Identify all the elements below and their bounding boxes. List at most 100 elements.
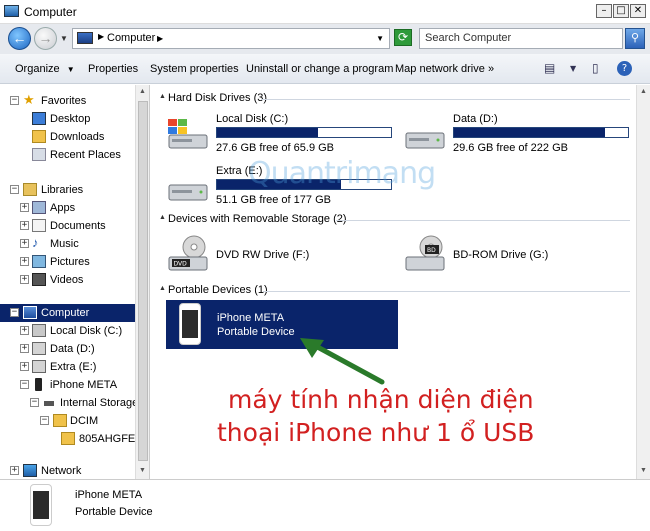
back-button[interactable]: ← (8, 27, 31, 50)
drive-free-space: 29.6 GB free of 222 GB (453, 142, 568, 154)
drive-tile[interactable]: Local Disk (C:) 27.6 GB free of 65.9 GB (166, 113, 396, 157)
tree-item-downloads[interactable]: Downloads (0, 128, 149, 146)
tree-label: Favorites (41, 95, 87, 107)
close-button[interactable]: ✕ (630, 4, 646, 18)
computer-icon (4, 5, 19, 17)
details-device-type: Portable Device (75, 506, 153, 518)
expand-icon[interactable]: + (20, 257, 29, 266)
collapse-icon[interactable]: − (10, 185, 19, 194)
collapse-icon[interactable]: − (10, 96, 19, 105)
tree-item-favorites[interactable]: − ★ Favorites (0, 92, 149, 110)
tree-label: iPhone META (50, 379, 118, 391)
collapse-icon[interactable]: − (30, 398, 39, 407)
chevron-down-icon: ▼ (66, 65, 75, 74)
hard-drive-icon (32, 342, 46, 355)
preview-pane-icon[interactable]: ▯ (592, 61, 599, 75)
collapse-group-icon[interactable]: ▲ (159, 214, 166, 221)
search-button[interactable]: ⚲ (625, 28, 645, 49)
expand-icon[interactable]: + (10, 466, 19, 475)
tree-item-music[interactable]: + ♪ Music (0, 235, 149, 253)
tree-item-local-disk-c[interactable]: + Local Disk (C:) (0, 322, 149, 340)
collapse-icon[interactable]: − (10, 308, 19, 317)
refresh-button[interactable]: ⟳ (394, 29, 412, 46)
tree-label: 805AHGFE (79, 433, 136, 445)
content-scrollbar[interactable]: ▲ ▼ (636, 85, 650, 479)
tree-item-dcim[interactable]: − DCIM (0, 412, 149, 430)
scroll-down-icon[interactable]: ▼ (640, 467, 647, 474)
recent-pages-dropdown[interactable]: ▼ (60, 34, 68, 43)
hard-drive-icon (405, 132, 445, 149)
address-field[interactable]: ▶ Computer ▶ ▼ (72, 28, 390, 49)
tree-label: Network (41, 465, 82, 477)
organize-button[interactable]: Organize ▼ (15, 63, 75, 75)
tree-item-pictures[interactable]: + Pictures (0, 253, 149, 271)
drive-tile[interactable]: BD BD-ROM Drive (G:) (403, 233, 633, 277)
maximize-button[interactable]: □ (613, 4, 629, 18)
tree-label: Downloads (50, 131, 105, 143)
expand-icon[interactable]: + (20, 239, 29, 248)
tree-item-libraries[interactable]: − Libraries (0, 181, 149, 199)
group-header-portable-devices[interactable]: ▲ Portable Devices (1) (151, 283, 636, 299)
change-view-icon[interactable]: ▤ (544, 61, 555, 75)
annotation-line-2: thoại iPhone như 1 ổ USB (217, 418, 535, 447)
tree-item-apps[interactable]: + Apps (0, 199, 149, 217)
group-header-hard-disk-drives[interactable]: ▲ Hard Disk Drives (3) (151, 91, 636, 107)
navigation-scrollbar[interactable]: ▲ ▼ (135, 85, 149, 479)
expand-icon[interactable]: + (20, 326, 29, 335)
tree-item-network[interactable]: + Network (0, 462, 149, 479)
collapse-group-icon[interactable]: ▲ (159, 285, 166, 292)
scroll-down-icon[interactable]: ▼ (139, 467, 146, 474)
minimize-button[interactable]: – (596, 4, 612, 18)
bd-badge: BD (427, 247, 436, 254)
tree-item-iphone[interactable]: − iPhone META (0, 376, 149, 394)
chevron-down-icon[interactable]: ▼ (376, 34, 384, 43)
more-commands-button[interactable]: » (488, 63, 494, 75)
drive-name: Data (D:) (453, 113, 498, 125)
expand-icon[interactable]: + (20, 203, 29, 212)
tree-item-desktop[interactable]: Desktop (0, 110, 149, 128)
tree-label: Recent Places (50, 149, 121, 161)
details-pane: iPhone META Portable Device (0, 479, 650, 531)
forward-button[interactable]: → (34, 27, 57, 50)
properties-button[interactable]: Properties (88, 63, 138, 75)
search-input[interactable]: Search Computer (419, 28, 623, 49)
scroll-up-icon[interactable]: ▲ (139, 88, 146, 95)
chevron-right-icon[interactable]: ▶ (157, 34, 163, 43)
collapse-icon[interactable]: − (40, 416, 49, 425)
expand-icon[interactable]: + (20, 221, 29, 230)
group-header-removable-storage[interactable]: ▲ Devices with Removable Storage (2) (151, 212, 636, 228)
drive-tile[interactable]: Data (D:) 29.6 GB free of 222 GB (403, 113, 633, 157)
drive-tile[interactable]: DVD DVD RW Drive (F:) (166, 233, 396, 277)
tree-item-videos[interactable]: + Videos (0, 271, 149, 289)
search-icon: ⚲ (630, 32, 640, 44)
tree-item-computer[interactable]: − Computer (0, 304, 135, 322)
collapse-group-icon[interactable]: ▲ (159, 93, 166, 100)
scroll-up-icon[interactable]: ▲ (640, 88, 647, 95)
watermark: Quantrimang (248, 156, 436, 191)
tree-item-805ahgfe[interactable]: 805AHGFE (0, 430, 149, 448)
chevron-down-icon[interactable]: ▼ (570, 64, 576, 73)
tree-item-data-d[interactable]: + Data (D:) (0, 340, 149, 358)
drive-name: BD-ROM Drive (G:) (453, 249, 549, 261)
tree-item-extra-e[interactable]: + Extra (E:) (0, 358, 149, 376)
computer-icon (23, 306, 37, 319)
collapse-icon[interactable]: − (20, 380, 29, 389)
scrollbar-thumb[interactable] (138, 101, 148, 461)
system-properties-button[interactable]: System properties (150, 63, 239, 75)
group-divider (336, 220, 630, 221)
videos-library-icon (32, 273, 46, 286)
expand-icon[interactable]: + (20, 275, 29, 284)
expand-icon[interactable]: + (20, 362, 29, 371)
folder-icon (61, 432, 75, 445)
uninstall-program-button[interactable]: Uninstall or change a program (246, 63, 393, 75)
help-icon[interactable]: ? (617, 61, 632, 76)
tree-item-internal-storage[interactable]: − Internal Storage (0, 394, 149, 412)
tree-item-recent-places[interactable]: Recent Places (0, 146, 149, 164)
tree-item-documents[interactable]: + Documents (0, 217, 149, 235)
tree-label: Extra (E:) (50, 361, 97, 373)
chevron-right-icon[interactable]: ▶ (98, 32, 104, 41)
address-location[interactable]: Computer (107, 32, 155, 44)
expand-icon[interactable]: + (20, 344, 29, 353)
libraries-icon (23, 183, 37, 196)
map-network-drive-button[interactable]: Map network drive (395, 63, 485, 75)
